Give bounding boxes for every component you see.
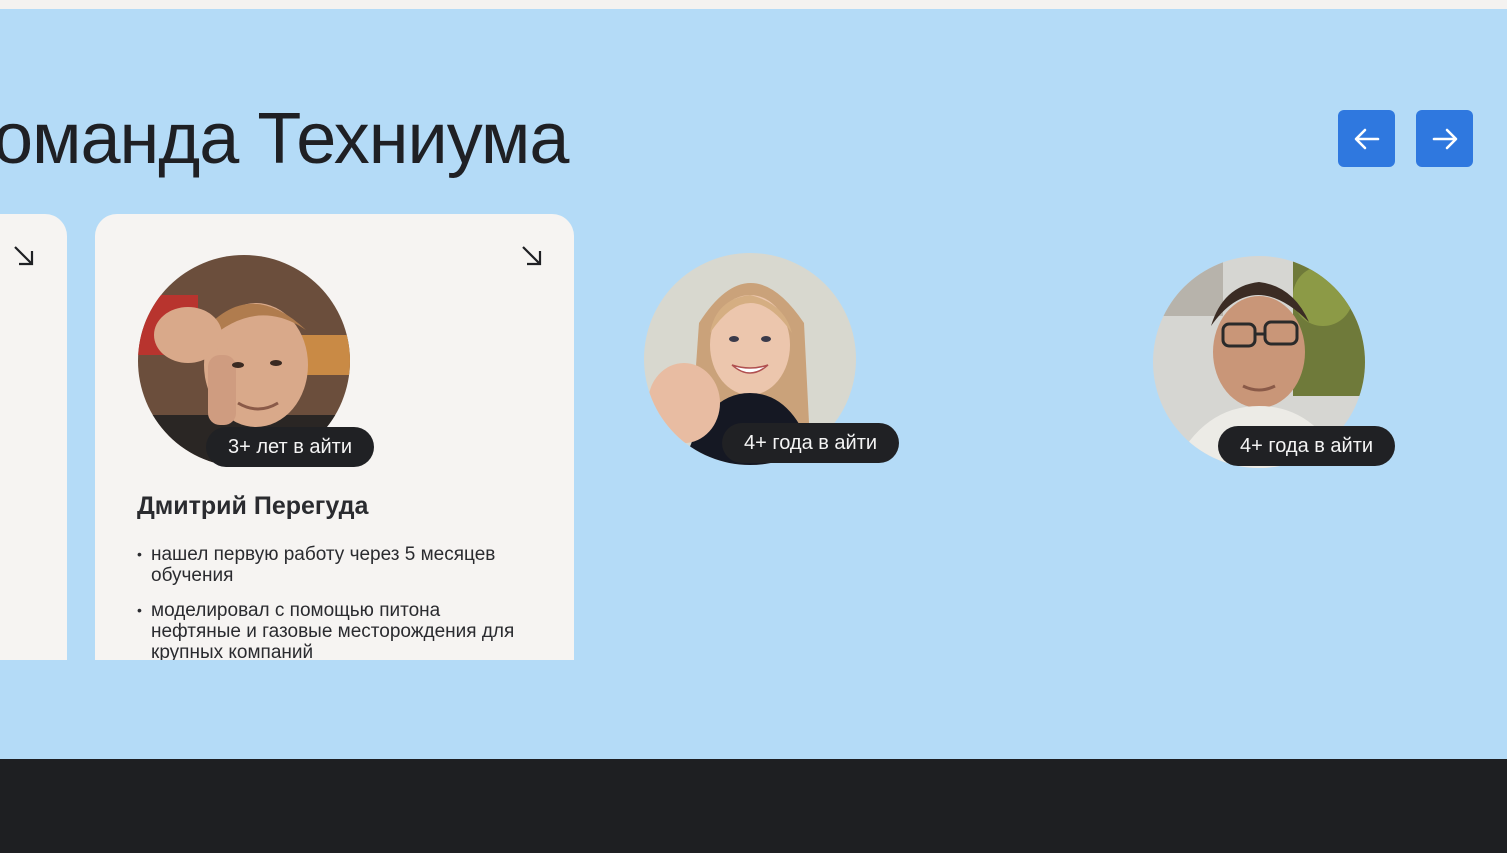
arrow-down-right-icon[interactable] <box>520 244 544 268</box>
member-photo-wrap: 3+ лет в айти <box>138 255 375 467</box>
section-title: Команда Техниума <box>0 99 569 179</box>
member-facts: нашел первую работу через 5 месяцев обуч… <box>137 544 531 660</box>
fact-item: нашел первую работу через 5 месяцев обуч… <box>137 544 531 586</box>
top-strip <box>0 0 1507 9</box>
team-card-partial[interactable]: у <box>0 214 67 660</box>
team-section: Команда Техниума у <box>0 0 1507 853</box>
arrow-right-icon <box>1429 123 1461 155</box>
team-card-member-3[interactable]: 4+ года в айти <box>644 253 900 465</box>
fact-item: моделировал с помощью питона нефтяные и … <box>137 600 531 660</box>
prev-slide-button[interactable] <box>1338 110 1395 167</box>
footer-band <box>0 759 1507 853</box>
team-card-member-4[interactable]: 4+ года в айти <box>1153 256 1396 468</box>
experience-badge: 4+ года в айти <box>1218 426 1396 466</box>
team-card-dmitry[interactable]: 3+ лет в айти Дмитрий Перегуда нашел пер… <box>95 214 574 660</box>
experience-badge: 4+ года в айти <box>722 423 900 463</box>
experience-badge: 3+ лет в айти <box>206 427 375 467</box>
next-slide-button[interactable] <box>1416 110 1473 167</box>
arrow-down-right-icon[interactable] <box>12 244 36 268</box>
member-name: Дмитрий Перегуда <box>137 492 369 520</box>
arrow-left-icon <box>1351 123 1383 155</box>
